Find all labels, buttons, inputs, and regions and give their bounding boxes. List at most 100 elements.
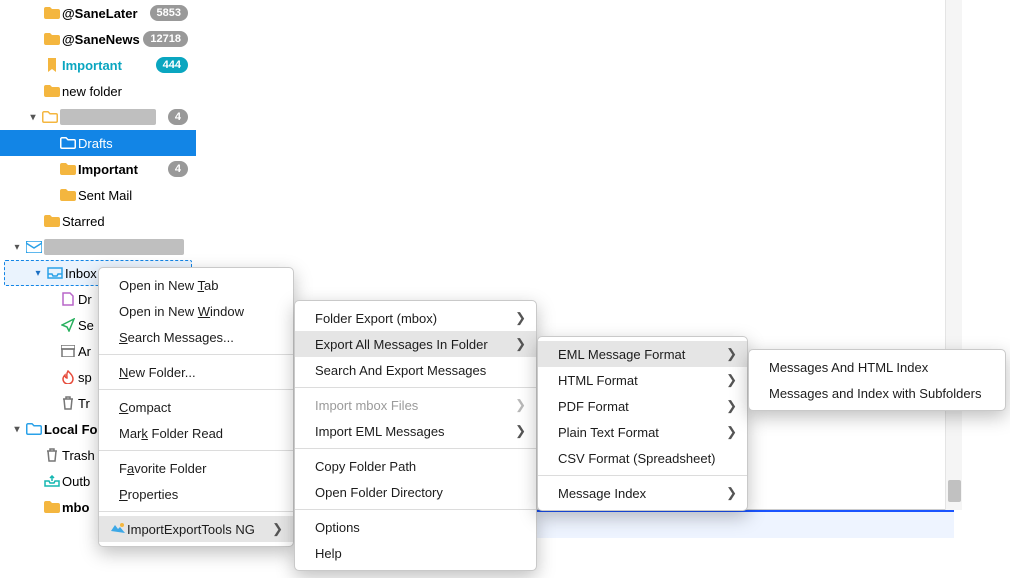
menu-label: CSV Format (Spreadsheet) [558,451,716,466]
chevron-down-icon[interactable]: ▾ [31,268,45,279]
menu-search-messages[interactable]: Search Messages... [99,324,293,350]
folder-label: Important [78,162,138,177]
menu-label: Copy Folder Path [315,459,416,474]
send-icon [58,318,78,332]
folder-important-2[interactable]: Important 4 [0,156,196,182]
folder-sentmail[interactable]: Sent Mail [0,182,196,208]
menu-open-folder-directory[interactable]: Open Folder Directory [295,479,536,505]
menu-label: Open Folder Directory [315,485,443,500]
preview-panel-selection [534,510,954,538]
menu-csv-format[interactable]: CSV Format (Spreadsheet) [538,445,747,471]
menu-mark-read[interactable]: Mark Folder Read [99,420,293,446]
menu-label: Open in New Window [119,304,244,319]
scrollbar-thumb[interactable] [948,480,961,502]
count-badge: 12718 [143,31,188,47]
menu-messages-index-subfolders[interactable]: Messages and Index with Subfolders [749,380,1005,406]
folder-label: Dr [78,292,92,307]
folder-sanenews[interactable]: @SaneNews 12718 [0,26,196,52]
folder-label: new folder [62,84,122,99]
folder-label: sp [78,370,92,385]
folder-label: @SaneNews [62,32,140,47]
folder-sanelater[interactable]: @SaneLater 5853 [0,0,196,26]
folder-icon [42,33,62,45]
count-badge: 444 [156,57,188,73]
count-badge: 4 [168,161,188,177]
menu-html-format[interactable]: HTML Format ❯ [538,367,747,393]
folder-label: Sent Mail [78,188,132,203]
chevron-right-icon: ❯ [515,397,526,413]
menu-label: Export All Messages In Folder [315,337,488,352]
scrollbar-track[interactable] [945,0,962,510]
menu-folder-export-mbox[interactable]: Folder Export (mbox) ❯ [295,305,536,331]
chevron-right-icon: ❯ [272,521,283,537]
menu-open-new-tab[interactable]: Open in New Tab [99,272,293,298]
folder-label: Ar [78,344,91,359]
menu-label: Search And Export Messages [315,363,486,378]
menu-favorite-folder[interactable]: Favorite Folder [99,455,293,481]
folder-label: Outb [62,474,90,489]
menu-plaintext-format[interactable]: Plain Text Format ❯ [538,419,747,445]
menu-label: HTML Format [558,373,638,388]
menu-label: Help [315,546,342,561]
chevron-right-icon: ❯ [726,398,737,414]
menu-options[interactable]: Options [295,514,536,540]
menu-label: PDF Format [558,399,629,414]
archive-icon [58,345,78,357]
menu-importexport-ng[interactable]: ImportExportTools NG ❯ [99,516,293,542]
chevron-right-icon: ❯ [515,310,526,326]
redacted-name [44,239,184,255]
menu-new-folder[interactable]: New Folder... [99,359,293,385]
folder-drafts[interactable]: Drafts [0,130,196,156]
chevron-right-icon: ❯ [515,423,526,439]
folder-starred[interactable]: Starred [0,208,196,234]
menu-eml-format[interactable]: EML Message Format ❯ [538,341,747,367]
menu-open-new-window[interactable]: Open in New Window [99,298,293,324]
menu-separator [99,389,293,390]
chevron-right-icon: ❯ [726,485,737,501]
folder-label: mbo [62,500,89,515]
folder-icon [42,85,62,97]
menu-search-and-export[interactable]: Search And Export Messages [295,357,536,383]
folder-label: Important [62,58,122,73]
folder-label: Se [78,318,94,333]
outbox-icon [42,475,62,487]
file-icon [58,292,78,306]
menu-help[interactable]: Help [295,540,536,566]
menu-messages-html-index[interactable]: Messages And HTML Index [749,354,1005,380]
chevron-down-icon[interactable]: ▾ [10,242,24,253]
bookmark-icon [42,58,62,72]
menu-label: Import EML Messages [315,424,445,439]
chevron-down-icon[interactable]: ▾ [26,112,40,123]
menu-label: Message Index [558,486,646,501]
menu-label: Messages and Index with Subfolders [769,386,981,401]
folder-icon [58,137,78,149]
chevron-down-icon[interactable]: ▾ [10,424,24,435]
menu-compact[interactable]: Compact [99,394,293,420]
menu-properties[interactable]: Properties [99,481,293,507]
menu-label: New Folder... [119,365,196,380]
folder-label: @SaneLater [62,6,138,21]
menu-label: Open in New Tab [119,278,219,293]
folder-icon [24,423,44,435]
menu-copy-folder-path[interactable]: Copy Folder Path [295,453,536,479]
eml-format-submenu: Messages And HTML Index Messages and Ind… [748,349,1006,411]
menu-label: Plain Text Format [558,425,659,440]
trash-icon [42,448,62,462]
inbox-icon [45,267,65,279]
menu-label: Mark Folder Read [119,426,223,441]
chevron-right-icon: ❯ [726,424,737,440]
count-badge: 4 [168,109,188,125]
chevron-right-icon: ❯ [515,336,526,352]
menu-export-all-in-folder[interactable]: Export All Messages In Folder ❯ [295,331,536,357]
folder-parent-1[interactable]: ▾ 4 [0,104,196,130]
menu-message-index[interactable]: Message Index ❯ [538,480,747,506]
folder-important[interactable]: Important 444 [0,52,196,78]
folder-icon [42,501,62,513]
folder-icon [40,111,60,123]
folder-newfolder[interactable]: new folder [0,78,196,104]
menu-pdf-format[interactable]: PDF Format ❯ [538,393,747,419]
menu-label: Messages And HTML Index [769,360,928,375]
menu-import-eml[interactable]: Import EML Messages ❯ [295,418,536,444]
folder-label: Inbox [65,266,97,281]
account-2[interactable]: ▾ [0,234,196,260]
